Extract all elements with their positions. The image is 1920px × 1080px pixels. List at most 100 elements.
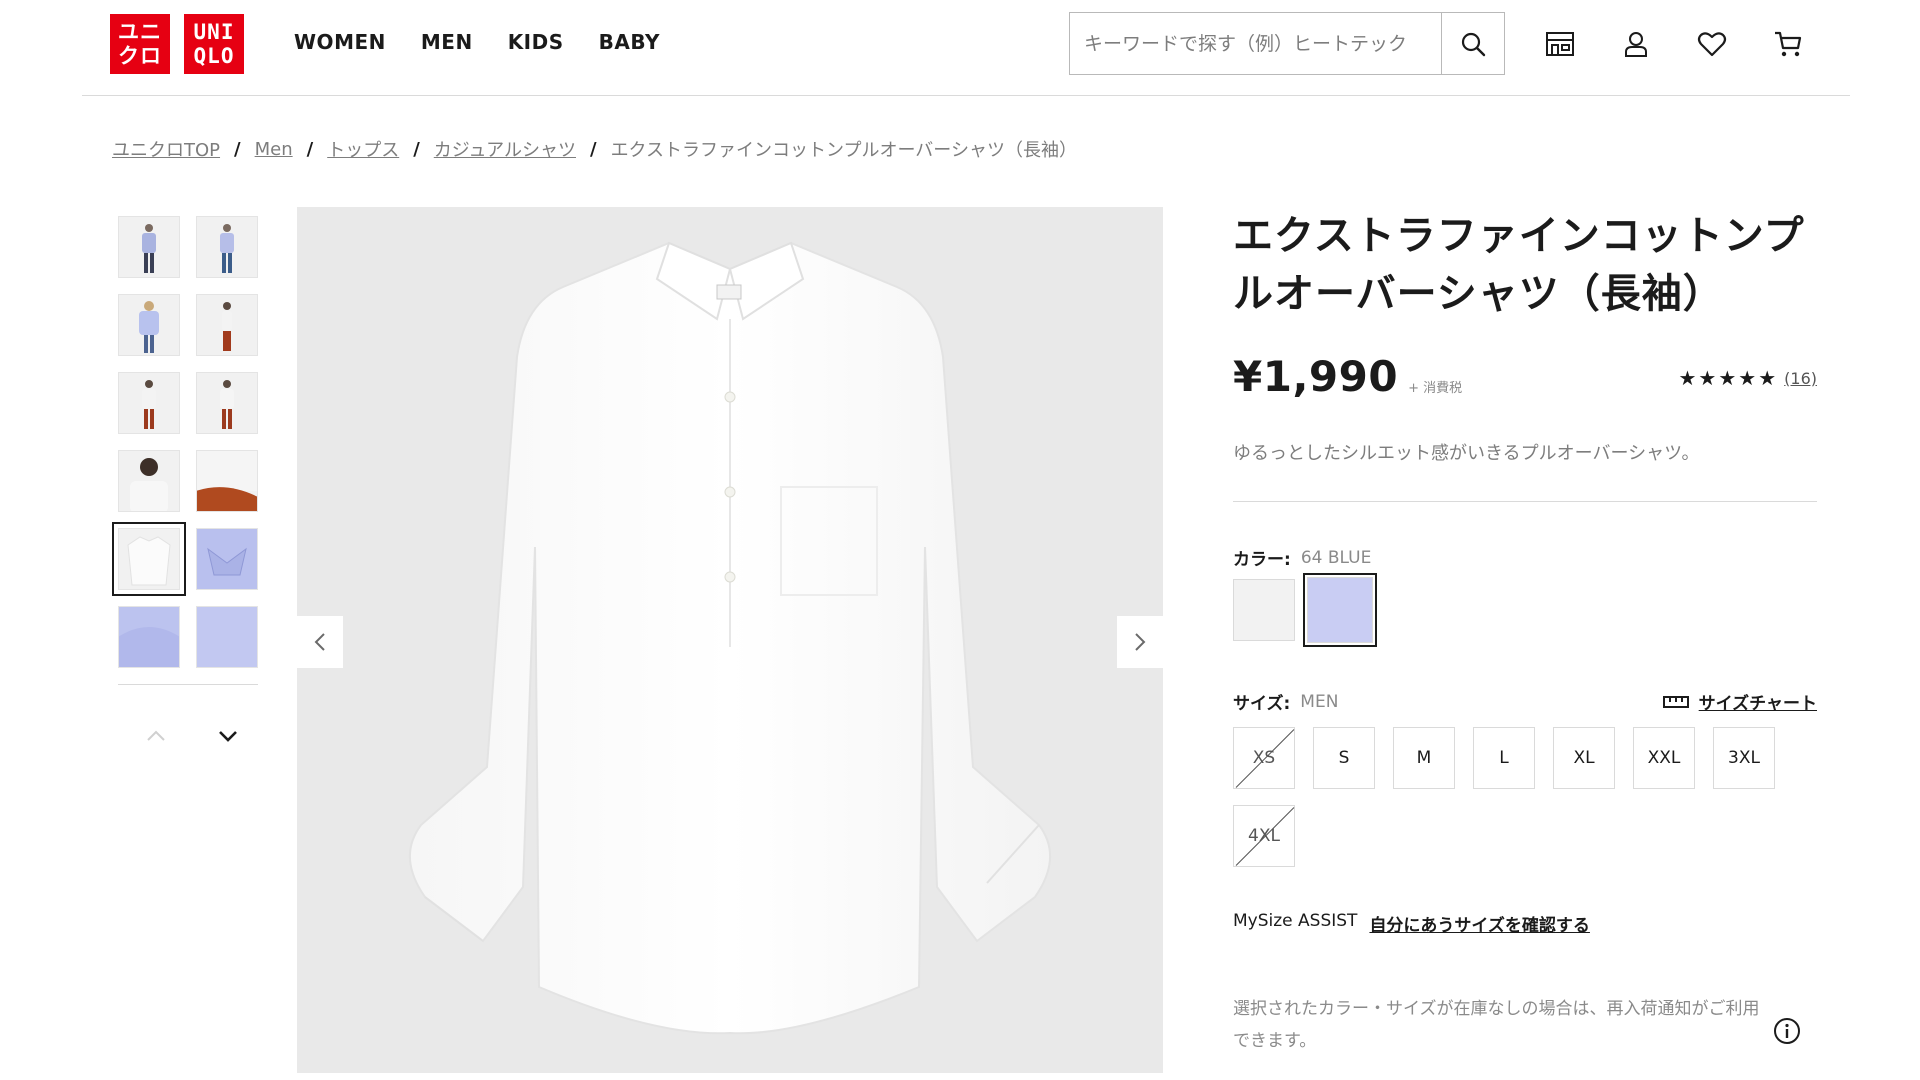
section-divider [1233,501,1817,502]
product-title: エクストラファインコットンプルオーバーシャツ（長袖） [1233,213,1805,317]
size-option-xxl[interactable]: XXL [1633,727,1695,789]
cart-icon [1775,31,1802,57]
thumbnail-down-button[interactable] [212,720,244,752]
color-label-row: カラー: 64 BLUE [1233,545,1372,571]
header-icons [1540,24,1808,64]
breadcrumb: ユニクロTOP / Men / トップス / カジュアルシャツ / エクストラフ… [112,136,1077,162]
size-option-l[interactable]: L [1473,727,1535,789]
next-image-button[interactable] [1117,616,1163,668]
nav-women[interactable]: WOMEN [294,30,386,54]
breadcrumb-item-casual-shirts[interactable]: カジュアルシャツ [434,136,576,162]
uniqlo-logo[interactable]: ユニ クロ UNI QLO [110,14,244,74]
restock-notice: 選択されたカラー・サイズが在庫なしの場合は、再入荷通知がご利用できます。 [1233,999,1760,1051]
product-description: ゆるっとしたシルエット感がいきるプルオーバーシャツ。 [1233,443,1700,464]
mysize-link[interactable]: 自分にあうサイズを確認する [1369,911,1590,936]
search-icon [1461,32,1486,56]
rating: ★★★★★ (16) [1679,366,1818,390]
thumbnail-nav [140,720,244,752]
logo-latin-bottom: QLO [193,44,235,68]
breadcrumb-separator: / [413,138,420,160]
thumbnail-4[interactable] [196,294,258,356]
color-swatches [1233,573,1377,647]
logo-latin-top: UNI [193,20,235,44]
model-front-icon [142,380,156,429]
mysize-assist: MySize ASSIST 自分にあうサイズを確認する [1233,911,1590,936]
restock-info-button[interactable] [1771,1015,1803,1047]
thumbnail-11[interactable] [118,606,180,668]
thumbnail-12[interactable] [196,606,258,668]
account-button[interactable] [1616,24,1656,64]
size-option-4xl[interactable]: 4XL [1233,805,1295,867]
heart-icon [1697,32,1727,57]
size-option-xl[interactable]: XL [1553,727,1615,789]
price-row: ¥1,990 + 消費税 ★★★★★ (16) [1233,352,1817,401]
thumbnail-8[interactable] [196,450,258,512]
product-info: エクストラファインコットンプルオーバーシャツ（長袖） ¥1,990 + 消費税 … [1233,207,1817,1051]
star-rating-icon: ★★★★★ [1678,366,1779,390]
review-count-link[interactable]: (16) [1784,369,1817,388]
breadcrumb-separator: / [589,138,597,160]
detail-closeup-icon [197,451,257,511]
thumbnail-1[interactable] [118,216,180,278]
chevron-down-icon [219,731,237,742]
search-input[interactable] [1070,13,1440,74]
size-chart-label: サイズチャート [1698,694,1817,714]
breadcrumb-item-tops[interactable]: トップス [327,136,399,162]
size-option-m[interactable]: M [1393,727,1455,789]
shirt-image [409,241,1051,1035]
model-front-icon [142,224,156,273]
size-label-row: サイズ: MEN [1233,689,1338,715]
logo-kana-top: ユニ [118,20,162,44]
info-icon [1774,1018,1800,1044]
breadcrumb-item-current: エクストラファインコットンプルオーバーシャツ（長袖） [610,140,1077,161]
fabric-texture-icon [197,607,257,667]
thumbnail-up-button[interactable] [140,720,172,752]
chevron-up-icon [147,730,165,741]
model-woman-icon [139,301,159,353]
user-icon [1625,32,1647,57]
mysize-label: MySize ASSIST [1233,911,1358,931]
store-button[interactable] [1540,24,1580,64]
color-swatch-white[interactable] [1233,579,1295,641]
chevron-left-icon [314,633,325,651]
thumbnail-5[interactable] [118,372,180,434]
thumbnail-7[interactable] [118,450,180,512]
product-price: ¥1,990 [1233,352,1399,401]
fabric-detail-icon [119,607,179,667]
size-option-s[interactable]: S [1313,727,1375,789]
wishlist-button[interactable] [1692,24,1732,64]
size-option-xs[interactable]: XS [1233,727,1295,789]
logo-katakana-block: ユニ クロ [110,14,170,74]
model-back-icon [220,380,234,429]
size-options: XS S M L XL XXL 3XL 4XL [1233,727,1817,867]
color-value: 64 BLUE [1300,547,1372,568]
chevron-right-icon [1135,633,1146,651]
main-nav: WOMEN MEN KIDS BABY [294,30,660,54]
thumbnail-6[interactable] [196,372,258,434]
breadcrumb-separator: / [234,138,241,160]
model-front-icon [220,224,234,273]
nav-baby[interactable]: BABY [599,30,660,54]
nav-kids[interactable]: KIDS [508,30,564,54]
thumbnail-2[interactable] [196,216,258,278]
collar-detail-icon [197,529,257,589]
size-label: サイズ: [1233,694,1291,714]
prev-image-button[interactable] [297,616,343,668]
nav-men[interactable]: MEN [421,30,473,54]
thumbnail-10[interactable] [196,528,258,590]
color-swatch-blue[interactable] [1303,573,1377,647]
thumbnail-3[interactable] [118,294,180,356]
search-button[interactable] [1441,13,1504,74]
size-chart-link[interactable]: サイズチャート [1662,689,1817,714]
breadcrumb-item-men[interactable]: Men [255,139,293,160]
shirt-icon [127,536,171,586]
logo-kana-bottom: クロ [118,44,162,68]
ruler-icon [1662,695,1689,708]
breadcrumb-item-top[interactable]: ユニクロTOP [112,136,220,162]
breadcrumb-separator: / [306,138,314,160]
size-option-3xl[interactable]: 3XL [1713,727,1775,789]
cart-button[interactable] [1768,24,1808,64]
thumbnail-9-selected[interactable] [112,522,186,596]
thumbnail-divider [118,684,258,685]
store-icon [1546,32,1574,56]
